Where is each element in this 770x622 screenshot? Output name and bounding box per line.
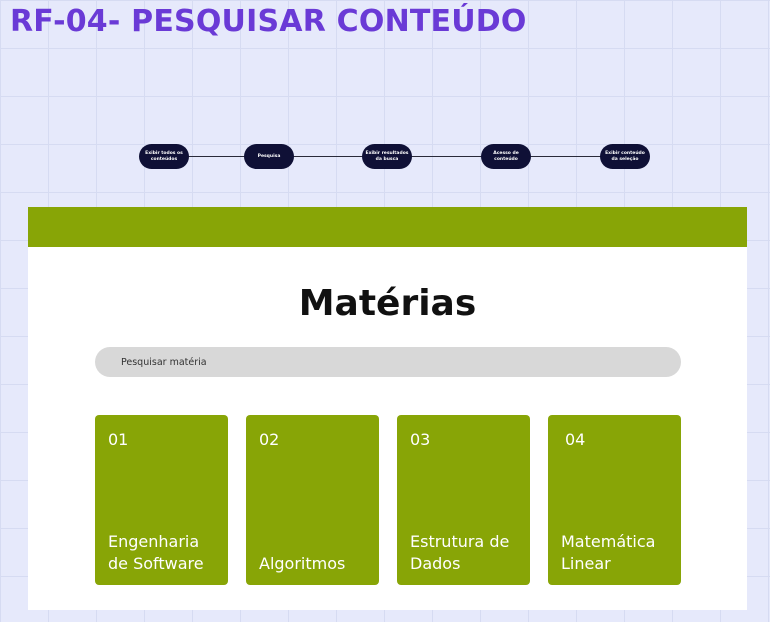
card-name: Algoritmos [259, 554, 346, 573]
subject-card[interactable]: 04 Matemática Linear [548, 415, 681, 585]
subject-card[interactable]: 02 Algoritmos [246, 415, 379, 585]
page-title: Matérias [298, 283, 477, 324]
subject-card[interactable]: 03 Estrutura de Dados [397, 415, 530, 585]
card-number: 02 [259, 430, 280, 449]
subject-card[interactable]: 01 Engenharia de Software [95, 415, 228, 585]
flow-node-exibir-resultados[interactable]: Exibir resultados da busca [362, 144, 412, 169]
card-name: Matemática Linear [561, 532, 656, 573]
flow-node-exibir-todos[interactable]: Exibir todos os conteúdos [139, 144, 189, 169]
card-number: 03 [410, 430, 431, 449]
flow-node-acesso-conteudo[interactable]: Acesso de conteúdo [481, 144, 531, 169]
board-title: RF-04- PESQUISAR CONTEÚDO [10, 4, 527, 39]
card-name: Estrutura de Dados [410, 532, 510, 573]
flow-node-exibir-selecao[interactable]: Exibir conteúdo da seleção [600, 144, 650, 169]
search-bar[interactable] [95, 347, 681, 377]
card-number: 04 [565, 430, 586, 449]
app-header-bar [28, 207, 747, 247]
flow-node-pesquisa[interactable]: Pesquisa [244, 144, 294, 169]
search-input[interactable] [95, 347, 681, 377]
card-number: 01 [108, 430, 129, 449]
card-name: Engenharia de Software [108, 532, 204, 573]
